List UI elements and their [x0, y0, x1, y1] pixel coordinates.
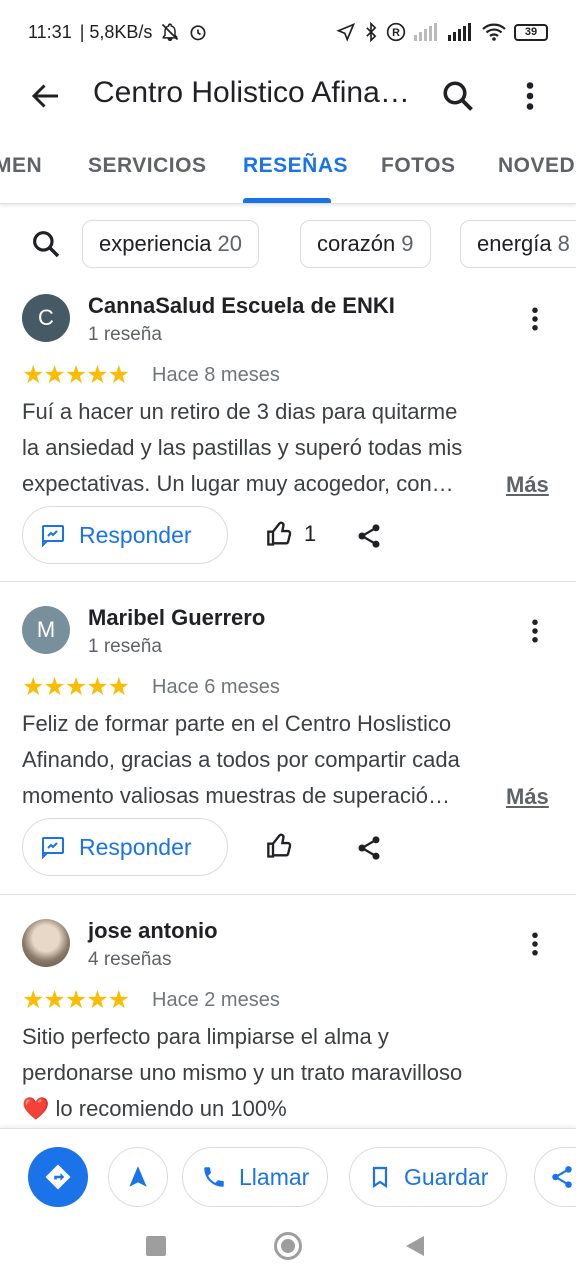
- tab-resenas[interactable]: RESEÑAS: [243, 154, 348, 178]
- system-navigation-bar: [0, 1210, 576, 1280]
- battery-icon: 39: [514, 23, 548, 41]
- chip-count: 8: [557, 231, 570, 256]
- share-icon[interactable]: [355, 522, 383, 550]
- review-date: Hace 8 meses: [152, 364, 280, 386]
- recent-apps-icon[interactable]: [146, 1236, 166, 1256]
- svg-text:R: R: [392, 27, 400, 39]
- reviewer-name[interactable]: CannaSalud Escuela de ENKI: [88, 293, 395, 319]
- like-button[interactable]: 1: [266, 520, 316, 548]
- review-text: Fuí a hacer un retiro de 3 dias para qui…: [22, 394, 552, 502]
- home-icon[interactable]: [274, 1232, 302, 1260]
- start-navigation-button[interactable]: [108, 1147, 168, 1207]
- phone-icon: [204, 1167, 224, 1187]
- reply-button[interactable]: Responder: [22, 506, 228, 564]
- review-text-line: momento valiosas muestras de superació…: [22, 783, 450, 808]
- share-place-button[interactable]: [534, 1147, 576, 1207]
- review-text-line: Sitio perfecto para limpiarse el alma y: [22, 1024, 389, 1049]
- save-label: Guardar: [404, 1163, 489, 1190]
- chip-label: experiencia: [99, 231, 212, 256]
- reviewer-review-count: 4 reseñas: [88, 949, 172, 970]
- chip-count: 20: [217, 231, 242, 256]
- share-icon[interactable]: [355, 834, 383, 862]
- tab-bar: MEN SERVICIOS RESEÑAS FOTOS NOVEDADES: [0, 140, 576, 204]
- search-icon[interactable]: [440, 78, 476, 114]
- chip-energia[interactable]: energía 8: [460, 220, 576, 268]
- chip-count: 9: [401, 231, 414, 256]
- divider: [0, 581, 576, 582]
- star-rating: ★★★★★: [22, 361, 130, 389]
- reply-label: Responder: [79, 521, 192, 548]
- search-reviews-icon[interactable]: [30, 228, 62, 260]
- reply-button[interactable]: Responder: [22, 818, 228, 876]
- page-title: Centro Holistico Afinando: [93, 76, 423, 109]
- call-label: Llamar: [239, 1163, 310, 1190]
- review-more-icon[interactable]: [520, 304, 550, 334]
- thumbs-up-icon: [267, 833, 292, 858]
- more-options-icon[interactable]: [512, 78, 548, 114]
- bookmark-icon: [372, 1166, 388, 1189]
- registered-icon: R: [386, 22, 406, 42]
- bell-off-icon: [162, 23, 179, 42]
- directions-icon: [45, 1164, 71, 1190]
- app-bar: Centro Holistico Afinando: [0, 64, 576, 128]
- tab-fotos[interactable]: FOTOS: [381, 154, 455, 178]
- bluetooth-icon: [366, 22, 377, 42]
- tab-servicios[interactable]: SERVICIOS: [88, 154, 206, 178]
- tab-menu[interactable]: MEN: [0, 154, 42, 178]
- reviewer-review-count: 1 reseña: [88, 636, 162, 657]
- star-rating: ★★★★★: [22, 673, 130, 701]
- location-arrow-icon: [336, 22, 356, 42]
- chip-label: energía: [477, 231, 552, 256]
- active-tab-indicator: [243, 198, 331, 203]
- like-button[interactable]: [266, 832, 304, 860]
- reply-icon: [42, 837, 64, 859]
- review-text: Feliz de formar parte en el Centro Hosli…: [22, 706, 552, 814]
- signal-weak-icon: [414, 23, 437, 41]
- reply-label: Responder: [79, 833, 192, 860]
- reply-icon: [42, 525, 64, 547]
- avatar[interactable]: C: [22, 294, 70, 342]
- review-text-line: Afinando, gracias a todos por compartir …: [22, 747, 460, 772]
- thumbs-up-icon: [267, 521, 292, 546]
- more-link[interactable]: Más: [506, 472, 549, 498]
- review-more-icon[interactable]: [520, 929, 550, 959]
- reviewer-review-count: 1 reseña: [88, 324, 162, 345]
- review-date: Hace 2 meses: [152, 989, 280, 1011]
- avatar[interactable]: [22, 919, 70, 967]
- topic-chips: experiencia 20 corazón 9 energía 8: [0, 214, 576, 274]
- alarm-icon: [190, 25, 206, 41]
- avatar[interactable]: M: [22, 606, 70, 654]
- signal-strong-icon: [448, 23, 471, 41]
- reviewer-name[interactable]: jose antonio: [88, 918, 218, 944]
- chip-experiencia[interactable]: experiencia 20: [82, 220, 259, 268]
- review-text-line: expectativas. Un lugar muy acogedor, con…: [22, 471, 454, 496]
- reviewer-name[interactable]: Maribel Guerrero: [88, 605, 265, 631]
- tab-novedades[interactable]: NOVEDADES: [498, 154, 576, 178]
- review-text-line: ❤️ lo recomiendo un 100%: [22, 1096, 287, 1121]
- star-rating: ★★★★★: [22, 986, 130, 1014]
- share-icon: [552, 1166, 572, 1188]
- divider: [0, 894, 576, 895]
- review-text: Sitio perfecto para limpiarse el alma y …: [22, 1019, 552, 1127]
- review-text-line: la ansiedad y las pastillas y superó tod…: [22, 435, 463, 460]
- navigation-arrow-icon: [129, 1166, 147, 1187]
- status-bar: 11:31 | 5,8KB/s R 39: [0, 0, 576, 64]
- directions-button[interactable]: [28, 1147, 88, 1207]
- wifi-icon: [482, 23, 506, 41]
- chip-corazon[interactable]: corazón 9: [300, 220, 431, 268]
- status-time: 11:31: [28, 21, 72, 42]
- review-date: Hace 6 meses: [152, 676, 280, 698]
- more-link[interactable]: Más: [506, 784, 549, 810]
- save-button[interactable]: Guardar: [349, 1147, 508, 1207]
- network-speed: | 5,8KB/s: [79, 21, 153, 42]
- review-text-line: Feliz de formar parte en el Centro Hosli…: [22, 711, 452, 736]
- chip-label: corazón: [317, 231, 396, 256]
- back-arrow-icon[interactable]: [28, 78, 64, 114]
- review-text-line: Fuí a hacer un retiro de 3 dias para qui…: [22, 399, 458, 424]
- like-count: 1: [304, 521, 317, 546]
- system-back-icon[interactable]: [406, 1236, 424, 1256]
- review-text-line: perdonarse uno mismo y un trato maravill…: [22, 1060, 463, 1085]
- review-more-icon[interactable]: [520, 616, 550, 646]
- call-button[interactable]: Llamar: [182, 1147, 329, 1207]
